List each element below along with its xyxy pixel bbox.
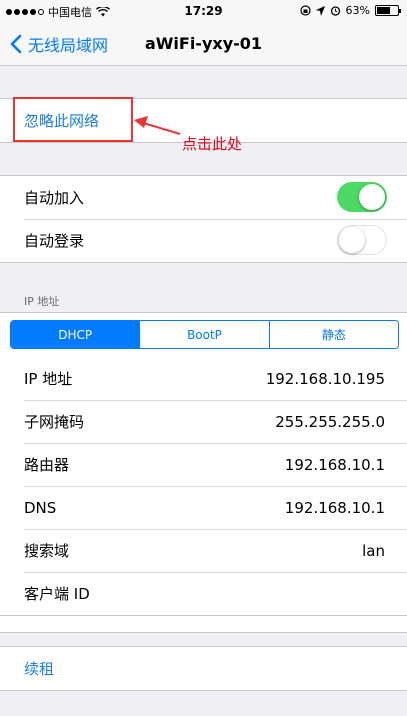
segment-static[interactable]: 静态: [268, 321, 398, 348]
renew-lease-label: 续租: [24, 660, 55, 678]
highlight-box: [13, 97, 133, 142]
location-icon: [315, 5, 325, 16]
navigation-bar: 无线局域网 aWiFi-yxy-01: [0, 22, 407, 66]
ip-mode-segmented-control: DHCP BootP 静态: [10, 320, 399, 349]
subnet-mask-label: 子网掩码: [24, 413, 85, 431]
status-bar: 中国电信 17:29 63%: [0, 0, 407, 22]
auto-join-row: 自动加入: [0, 176, 407, 219]
alarm-icon: [330, 6, 340, 16]
renew-lease-button[interactable]: 续租: [0, 647, 407, 690]
battery-icon: [375, 5, 401, 16]
annotation-arrow-icon: [134, 116, 181, 135]
router-row: 路由器 192.168.10.1: [0, 443, 407, 486]
subnet-mask-row: 子网掩码 255.255.255.0: [0, 400, 407, 443]
page-title: aWiFi-yxy-01: [144, 34, 263, 53]
annotation-text: 点击此处: [182, 135, 243, 153]
auto-login-row: 自动登录: [0, 219, 407, 262]
client-id-label: 客户端 ID: [24, 585, 90, 603]
auto-login-label: 自动登录: [24, 232, 85, 250]
ip-section-header: IP 地址: [24, 295, 60, 308]
search-domain-value: lan: [362, 541, 385, 560]
ip-address-row: IP 地址 192.168.10.195: [0, 357, 407, 400]
auto-settings-group: 自动加入 自动登录: [0, 175, 407, 263]
battery-fill: [377, 7, 390, 14]
subnet-mask-value: 255.255.255.0: [275, 412, 385, 431]
toggle-knob: [359, 184, 385, 210]
ip-detail-list: IP 地址 192.168.10.195 子网掩码 255.255.255.0 …: [0, 357, 407, 616]
segment-bootp[interactable]: BootP: [139, 321, 269, 348]
dns-label: DNS: [24, 498, 57, 517]
rotation-lock-icon: [299, 5, 311, 16]
search-domain-label: 搜索域: [24, 542, 70, 560]
ip-address-label: IP 地址: [24, 370, 73, 388]
auto-login-toggle[interactable]: [337, 225, 387, 255]
auto-join-label: 自动加入: [24, 189, 85, 207]
battery-percent: 63%: [345, 4, 370, 17]
dns-value: 192.168.10.1: [284, 498, 385, 517]
dns-row[interactable]: DNS 192.168.10.1: [0, 486, 407, 529]
toggle-knob: [339, 227, 365, 253]
client-id-row[interactable]: 客户端 ID: [0, 572, 407, 615]
status-right: 63%: [299, 4, 401, 17]
router-value: 192.168.10.1: [284, 455, 385, 474]
router-label: 路由器: [24, 456, 70, 474]
segment-dhcp[interactable]: DHCP: [11, 321, 140, 348]
ip-address-value: 192.168.10.195: [265, 369, 385, 388]
search-domain-row[interactable]: 搜索域 lan: [0, 529, 407, 572]
renew-lease-group: 续租: [0, 646, 407, 691]
auto-join-toggle[interactable]: [337, 182, 387, 212]
